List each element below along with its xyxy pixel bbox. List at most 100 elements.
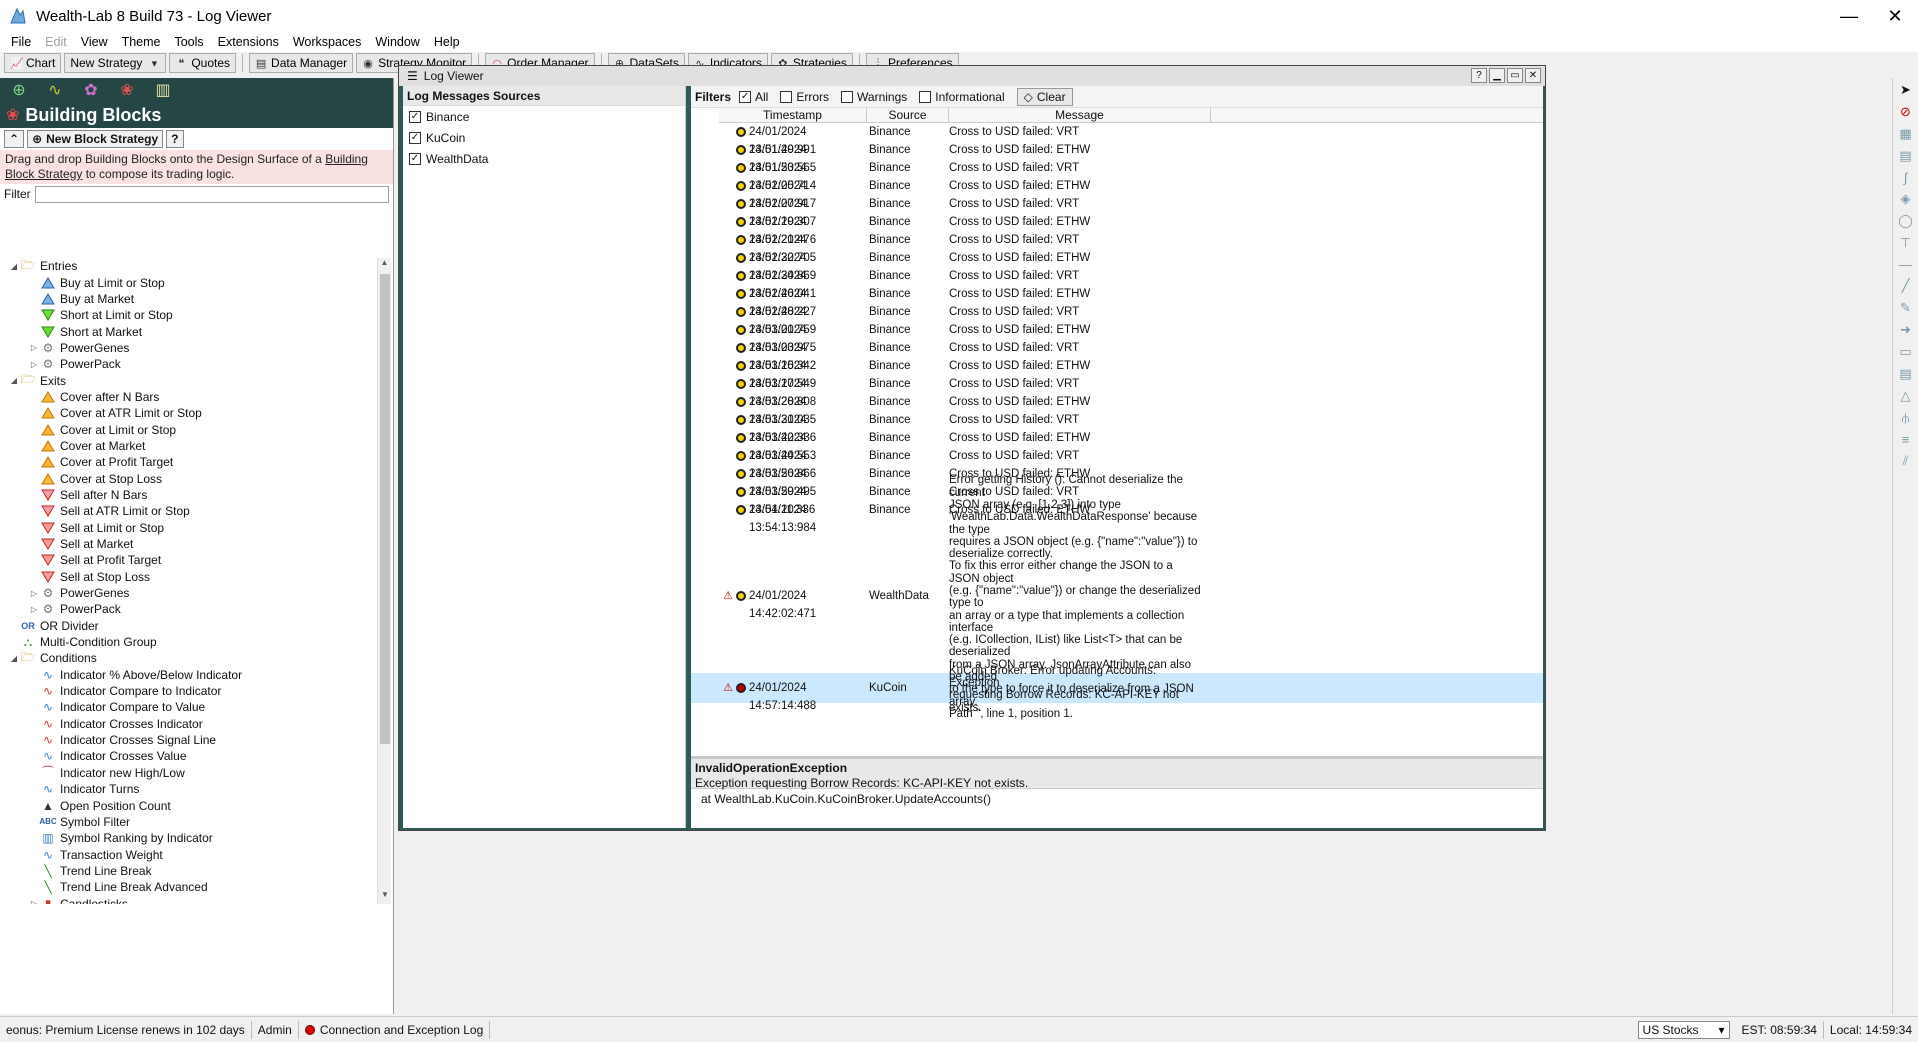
no-entry-icon[interactable]: ⊘ bbox=[1896, 104, 1916, 120]
tree-item[interactable]: Cover at Profit Target bbox=[0, 454, 376, 470]
fork-icon[interactable]: ⫛ bbox=[1896, 410, 1916, 426]
expander-icon[interactable]: ▷ bbox=[28, 589, 40, 598]
tree-item[interactable]: Sell at Profit Target bbox=[0, 552, 376, 568]
new-block-strategy-button[interactable]: ⊕ New Block Strategy bbox=[27, 130, 164, 148]
source-item-wealthdata[interactable]: ✓ WealthData bbox=[403, 148, 685, 169]
tree-scrollbar[interactable]: ▲ ▼ bbox=[377, 258, 391, 904]
tree-item[interactable]: Sell at Stop Loss bbox=[0, 569, 376, 585]
column-message[interactable]: Message bbox=[949, 108, 1211, 122]
checkbox-unchecked[interactable] bbox=[919, 90, 932, 103]
table-row[interactable]: 24/01/2024 13:52:21:476 Binance Cross to U… bbox=[691, 213, 1543, 246]
menu-workspaces[interactable]: Workspaces bbox=[286, 32, 369, 52]
close-icon[interactable]: ✕ bbox=[1872, 0, 1918, 32]
table-row[interactable]: 24/01/2024 13:53:17:549 Binance Cross to U… bbox=[691, 357, 1543, 390]
quotes-button[interactable]: ❝ Quotes bbox=[169, 53, 237, 73]
menu-theme[interactable]: Theme bbox=[115, 32, 168, 52]
expander-icon[interactable]: ◢ bbox=[8, 376, 20, 385]
rectangle-icon[interactable]: ▭ bbox=[1896, 344, 1916, 360]
tree-item[interactable]: ▥ Symbol Ranking by Indicator bbox=[0, 830, 376, 846]
chart-button[interactable]: 📈 Chart bbox=[4, 53, 62, 73]
table-row[interactable]: 24/01/2024 13:52:19:307 Binance Cross to U… bbox=[691, 195, 1543, 228]
tree-item[interactable]: ▷ ⚙ PowerPack bbox=[0, 601, 376, 617]
horizontal-line-icon[interactable]: — bbox=[1896, 257, 1916, 272]
tree-item[interactable]: ∿ Indicator Compare to Indicator bbox=[0, 683, 376, 699]
grid-icon[interactable]: ▦ bbox=[1896, 126, 1916, 142]
expander-icon[interactable]: ▷ bbox=[28, 360, 40, 369]
node-icon[interactable]: ◈ bbox=[1896, 191, 1916, 207]
tree-item[interactable]: ∿ Indicator Crosses Indicator bbox=[0, 716, 376, 732]
tree-item[interactable]: ▲ Open Position Count bbox=[0, 797, 376, 813]
maximize-icon[interactable]: ▭ bbox=[1507, 68, 1523, 83]
menu-edit[interactable]: Edit bbox=[38, 32, 74, 52]
table-row[interactable]: 24/01/2024 13:53:44:553 Binance Cross to U… bbox=[691, 429, 1543, 462]
menu-window[interactable]: Window bbox=[368, 32, 426, 52]
filter-warnings[interactable]: Warnings bbox=[841, 90, 907, 104]
tree-item[interactable]: ◢ 🗁 Entries bbox=[0, 258, 376, 274]
tree-item[interactable]: ∿ Transaction Weight bbox=[0, 846, 376, 862]
tree-item[interactable]: Short at Limit or Stop bbox=[0, 307, 376, 323]
table-row[interactable]: 24/01/2024 13:52:48:227 Binance Cross to U… bbox=[691, 285, 1543, 318]
tree-item[interactable]: ▷ ⚙ PowerPack bbox=[0, 356, 376, 372]
menu-view[interactable]: View bbox=[74, 32, 115, 52]
new-strategy-dropdown[interactable]: New Strategy ▾ bbox=[64, 53, 167, 73]
tree-item[interactable]: ∿ Indicator Crosses Signal Line bbox=[0, 732, 376, 748]
tree-item[interactable]: ◢ 🗁 Exits bbox=[0, 372, 376, 388]
blocks-icon[interactable]: ❀ bbox=[116, 80, 138, 100]
checkbox-checked[interactable]: ✓ bbox=[409, 110, 421, 123]
tree-item[interactable]: Sell at Market bbox=[0, 536, 376, 552]
vertical-line-icon[interactable]: ⊤ bbox=[1896, 235, 1916, 251]
calendar-icon[interactable]: ▤ bbox=[1896, 148, 1916, 164]
clear-button[interactable]: ◇ Clear bbox=[1016, 87, 1073, 106]
tree-item[interactable]: ▷ ⚙ PowerGenes bbox=[0, 340, 376, 356]
pointer-icon[interactable]: ➤ bbox=[1896, 82, 1916, 98]
tree-item[interactable]: ∿ Indicator Compare to Value bbox=[0, 699, 376, 715]
minimize-icon[interactable]: ▁ bbox=[1489, 68, 1505, 83]
globe-icon[interactable]: ⊕ bbox=[8, 80, 30, 100]
checkbox-unchecked[interactable] bbox=[841, 90, 854, 103]
log-status[interactable]: Connection and Exception Log bbox=[299, 1020, 491, 1039]
table-row[interactable]: 24/01/2024 13:52:07:917 Binance Cross to U… bbox=[691, 177, 1543, 210]
triangle-icon[interactable]: △ bbox=[1896, 388, 1916, 404]
column-timestamp[interactable]: Timestamp bbox=[719, 108, 867, 122]
arrow-icon[interactable]: ➜ bbox=[1896, 322, 1916, 338]
pencil-icon[interactable]: ✎ bbox=[1896, 300, 1916, 316]
tree-item[interactable]: Buy at Limit or Stop bbox=[0, 274, 376, 290]
table-row[interactable]: 24/01/2024 13:51:53:565 Binance Cross to U… bbox=[691, 141, 1543, 174]
filter-errors[interactable]: Errors bbox=[780, 90, 829, 104]
close-icon[interactable]: ✕ bbox=[1525, 68, 1541, 83]
table-row[interactable]: 24/01/2024 13:53:15:342 Binance Cross to U… bbox=[691, 339, 1543, 372]
tree-item[interactable]: Cover at Limit or Stop bbox=[0, 421, 376, 437]
tree-item[interactable]: ∿ Indicator % Above/Below Indicator bbox=[0, 667, 376, 683]
column-source[interactable]: Source bbox=[867, 108, 949, 122]
tree-item[interactable]: ⁀ Indicator new High/Low bbox=[0, 765, 376, 781]
table-row[interactable]: 24/01/2024 13:52:34:869 Binance Cross to U… bbox=[691, 249, 1543, 282]
brain-icon[interactable]: ✿ bbox=[80, 80, 102, 100]
table-row[interactable]: 24/01/2024 13:53:28:808 Binance Cross to U… bbox=[691, 375, 1543, 408]
checkbox-unchecked[interactable] bbox=[780, 90, 793, 103]
table-row[interactable]: ⚠ 24/01/2024 14:42:02:471 WealthData Error … bbox=[691, 474, 1543, 720]
checkbox-checked[interactable]: ✓ bbox=[409, 152, 421, 165]
tree-item[interactable]: ╲ Trend Line Break bbox=[0, 863, 376, 879]
tree-item[interactable]: Sell at ATR Limit or Stop bbox=[0, 503, 376, 519]
checkbox-checked[interactable]: ✓ bbox=[409, 131, 421, 144]
expander-icon[interactable]: ▷ bbox=[28, 899, 40, 904]
tree-item[interactable]: Cover at Stop Loss bbox=[0, 470, 376, 486]
filter-all[interactable]: ✓ All bbox=[739, 90, 768, 104]
tree-item[interactable]: Cover after N Bars bbox=[0, 389, 376, 405]
text-icon[interactable]: ▤ bbox=[1896, 366, 1916, 382]
table-row[interactable]: 24/01/2024 13:51:49:991 Binance Cross to U… bbox=[691, 123, 1543, 156]
help-button[interactable]: ? bbox=[166, 130, 184, 148]
source-item-binance[interactable]: ✓ Binance bbox=[403, 106, 685, 127]
minimize-icon[interactable]: — bbox=[1826, 0, 1872, 32]
table-row[interactable]: 24/01/2024 13:52:32:705 Binance Cross to U… bbox=[691, 231, 1543, 264]
menu-file[interactable]: File bbox=[4, 32, 38, 52]
curve-icon[interactable]: ∫ bbox=[1896, 170, 1916, 185]
table-row[interactable]: 24/01/2024 13:52:46:041 Binance Cross to U… bbox=[691, 267, 1543, 300]
table-row[interactable]: 24/01/2024 13:53:03:975 Binance Cross to U… bbox=[691, 321, 1543, 354]
filter-input[interactable] bbox=[34, 185, 389, 203]
tree-item[interactable]: Buy at Market bbox=[0, 291, 376, 307]
wave-icon[interactable]: ∿ bbox=[44, 80, 66, 100]
line-icon[interactable]: ╱ bbox=[1896, 278, 1916, 294]
tree-item[interactable]: Cover at Market bbox=[0, 438, 376, 454]
checkbox-checked[interactable]: ✓ bbox=[739, 90, 752, 103]
